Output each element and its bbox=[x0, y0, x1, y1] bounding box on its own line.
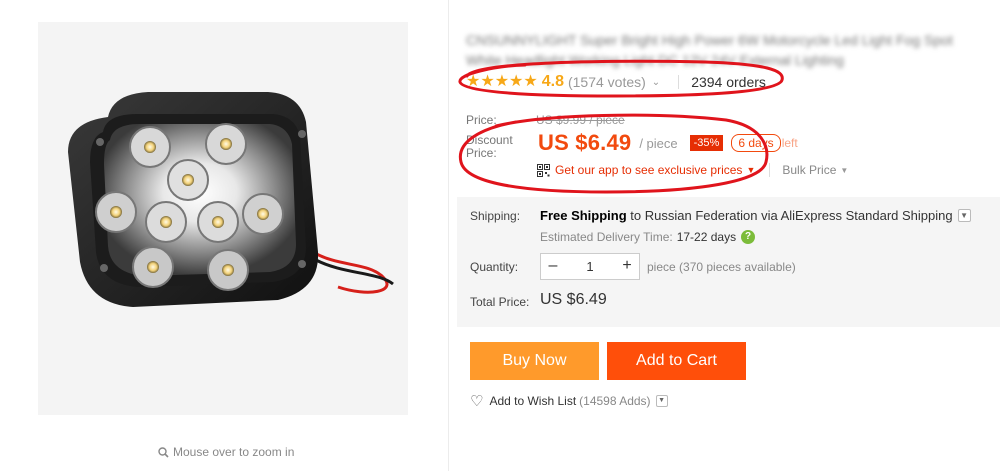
discount-badge: -35% bbox=[689, 135, 724, 151]
votes-link[interactable]: (1574 votes) bbox=[568, 74, 646, 90]
star-icon: ★ bbox=[466, 73, 481, 90]
product-image[interactable] bbox=[38, 22, 408, 415]
delivery-label: Estimated Delivery Time: bbox=[540, 230, 673, 244]
total-price-label: Total Price: bbox=[470, 295, 530, 309]
chevron-down-icon[interactable]: ⌄ bbox=[652, 77, 660, 88]
star-icon: ★ bbox=[523, 73, 538, 90]
days-left-badge: 6 days bbox=[731, 134, 781, 152]
magnifier-icon bbox=[158, 446, 169, 458]
discount-price-row: US $6.49 / piece -35% 6 days left bbox=[538, 130, 798, 156]
delivery-days: 17-22 days bbox=[676, 230, 737, 244]
app-promo-row: Get our app to see exclusive prices ▼ Bu… bbox=[537, 163, 848, 177]
app-promo-link[interactable]: Get our app to see exclusive prices bbox=[555, 163, 742, 177]
bulk-price-link[interactable]: Bulk Price bbox=[782, 163, 836, 177]
shipping-label: Shipping: bbox=[470, 209, 521, 223]
quantity-input[interactable]: 1 bbox=[565, 259, 615, 274]
led-light-illustration bbox=[68, 92, 394, 307]
chevron-down-icon[interactable]: ▼ bbox=[957, 209, 971, 222]
chevron-down-icon[interactable]: ▼ bbox=[746, 165, 755, 175]
zoom-hint: Mouse over to zoom in bbox=[158, 445, 294, 459]
delivery-estimate: Estimated Delivery Time: 17-22 days ? bbox=[540, 230, 756, 244]
discount-price-label: Discount Price: bbox=[466, 133, 513, 160]
chevron-down-icon[interactable]: ▼ bbox=[655, 395, 668, 407]
wishlist-link[interactable]: ♡ Add to Wish List (14598 Adds) ▼ bbox=[470, 392, 668, 410]
days-left-suffix: left bbox=[781, 136, 798, 150]
product-title: CNSUNNYLIGHT Super Bright High Power 6W … bbox=[466, 32, 953, 68]
rating-separator bbox=[678, 75, 680, 89]
per-unit: / piece bbox=[639, 135, 678, 151]
star-icon: ★ bbox=[494, 73, 510, 90]
quantity-increase-button[interactable]: + bbox=[615, 254, 639, 279]
rating-value: 4.8 bbox=[541, 73, 564, 90]
shipping-destination: to Russian Federation via AliExpress Sta… bbox=[630, 208, 953, 223]
wishlist-count: (14598 Adds) bbox=[579, 394, 651, 408]
rating-summary: ★ ★ ★ ★ ★ 4.8 (1574 votes) ⌄ 2394 orders bbox=[466, 72, 766, 92]
qr-code-icon bbox=[537, 163, 550, 177]
add-to-cart-button[interactable]: Add to Cart bbox=[607, 342, 746, 380]
caret-down-icon[interactable]: ▼ bbox=[840, 166, 848, 175]
wishlist-label[interactable]: Add to Wish List bbox=[489, 394, 576, 408]
star-icon: ★ bbox=[480, 73, 495, 90]
quantity-stepper: – 1 + bbox=[540, 253, 640, 280]
original-price: US $9.99 / piece bbox=[536, 113, 625, 127]
buy-now-button[interactable]: Buy Now bbox=[470, 342, 599, 380]
price-label: Price: bbox=[466, 113, 497, 127]
free-shipping-text: Free Shipping bbox=[540, 208, 627, 223]
bulk-separator bbox=[769, 163, 771, 177]
heart-icon[interactable]: ♡ bbox=[470, 392, 483, 410]
quantity-decrease-button[interactable]: – bbox=[541, 254, 565, 279]
shipping-method[interactable]: Free Shipping to Russian Federation via … bbox=[540, 208, 971, 223]
question-icon[interactable]: ? bbox=[741, 230, 756, 244]
total-price: US $6.49 bbox=[540, 291, 607, 308]
quantity-available: piece (370 pieces available) bbox=[647, 260, 796, 274]
orders-count: 2394 orders bbox=[691, 74, 766, 90]
quantity-label: Quantity: bbox=[470, 260, 519, 274]
star-rating: ★ ★ ★ ★ ★ bbox=[466, 74, 538, 90]
discount-price: US $6.49 bbox=[538, 130, 632, 155]
zoom-hint-text: Mouse over to zoom in bbox=[173, 445, 295, 459]
star-icon: ★ bbox=[509, 73, 524, 90]
original-price-row: Price: US $9.99 / piece bbox=[466, 113, 625, 127]
column-divider bbox=[448, 0, 449, 471]
